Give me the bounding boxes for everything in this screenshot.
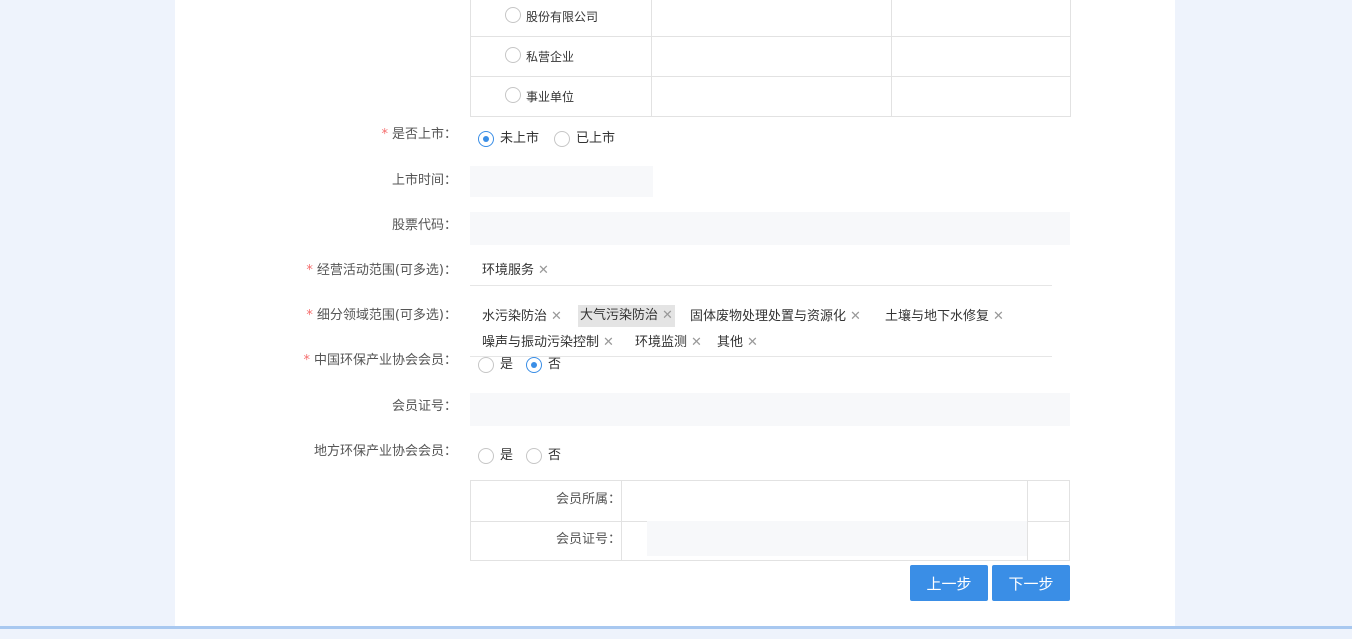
listed-option-label: 未上市 [500,131,540,146]
member-belong-input[interactable] [622,481,1027,521]
close-icon[interactable]: ✕ [538,263,549,278]
table-row: 会员所属： [471,481,1069,522]
listed-radio-no[interactable] [478,131,494,147]
required-mark: * [306,308,313,323]
tag-label: 固体废物处理处置与资源化 [690,309,847,324]
tag-label: 其他 [717,335,744,350]
member-cert-label: 会员证号： [555,532,621,547]
company-type-label: 股份有限公司 [526,10,599,24]
business-scope-select[interactable]: 环境服务 ✕ [470,258,1052,286]
close-icon[interactable]: ✕ [993,309,1004,324]
required-mark: * [306,263,313,278]
tag-chip: 环境服务 ✕ [480,260,551,282]
close-icon[interactable]: ✕ [850,309,861,324]
tag-chip: 噪声与振动污染控制 ✕ [480,332,616,354]
close-icon[interactable]: ✕ [747,335,758,350]
local-member-radio-yes[interactable] [478,448,494,464]
stock-code-label: 股票代码： [391,218,457,233]
business-scope-label: * 经营活动范围(可多选)： [306,263,457,278]
tag-label: 大气污染防治 [580,308,659,323]
stock-code-input[interactable] [470,212,1070,245]
tag-label: 噪声与振动污染控制 [482,335,600,350]
company-type-radio-stock[interactable] [505,7,521,23]
member-cert-input[interactable] [647,521,1027,556]
next-step-button[interactable]: 下一步 [992,565,1070,601]
tag-label: 水污染防治 [482,309,548,324]
china-member-option-label: 是 [500,357,514,372]
member-no-input[interactable] [470,393,1070,426]
bottom-bar [0,626,1352,629]
required-mark: * [381,127,388,142]
prev-step-button[interactable]: 上一步 [910,565,988,601]
china-member-label: * 中国环保产业协会会员： [303,353,457,368]
local-member-option-label: 是 [500,448,514,463]
china-member-radio-yes[interactable] [478,357,494,373]
tag-label: 环境服务 [482,263,535,278]
tag-label: 土壤与地下水修复 [885,309,990,324]
local-member-label: 地方环保产业协会会员： [313,444,457,459]
table-row: 私营企业 [471,37,1070,77]
sub-fields-label: * 细分领域范围(可多选)： [306,308,457,323]
company-type-label: 私营企业 [526,50,575,64]
china-member-option-label: 否 [548,357,562,372]
close-icon[interactable]: ✕ [691,335,702,350]
listed-option-label: 已上市 [576,131,616,146]
tag-chip-highlighted: 大气污染防治 ✕ [578,305,675,327]
close-icon[interactable]: ✕ [603,335,614,350]
close-icon[interactable]: ✕ [662,308,673,323]
company-type-radio-institution[interactable] [505,87,521,103]
tag-chip: 水污染防治 ✕ [480,306,564,328]
tag-label: 环境监测 [635,335,688,350]
local-member-option-label: 否 [548,448,562,463]
listed-radio-yes[interactable] [554,131,570,147]
required-mark: * [303,353,310,368]
close-icon[interactable]: ✕ [551,309,562,324]
local-member-radio-no[interactable] [526,448,542,464]
listing-time-label: 上市时间： [391,173,457,188]
tag-chip: 环境监测 ✕ [633,332,704,354]
member-no-label: 会员证号： [391,399,457,414]
sub-fields-select[interactable]: 水污染防治 ✕ 大气污染防治 ✕ 固体废物处理处置与资源化 ✕ 土壤与地下水修复 ✕ 噪… [470,304,1052,357]
company-type-radio-private[interactable] [505,47,521,63]
member-belong-label: 会员所属： [555,492,621,507]
listed-label: * 是否上市： [381,127,457,142]
tag-chip: 土壤与地下水修复 ✕ [883,306,1006,328]
company-type-table: 股份有限公司 私营企业 事业单位 [470,0,1071,117]
company-type-label: 事业单位 [526,90,575,104]
china-member-radio-no[interactable] [526,357,542,373]
tag-chip: 其他 ✕ [715,332,760,354]
local-member-table: 会员所属： 会员证号： [470,480,1070,561]
table-row: 股份有限公司 [471,0,1070,37]
listing-time-input[interactable] [470,166,653,197]
table-row: 事业单位 [471,77,1070,116]
tag-chip: 固体废物处理处置与资源化 ✕ [688,306,863,328]
table-row: 会员证号： [471,521,1069,561]
